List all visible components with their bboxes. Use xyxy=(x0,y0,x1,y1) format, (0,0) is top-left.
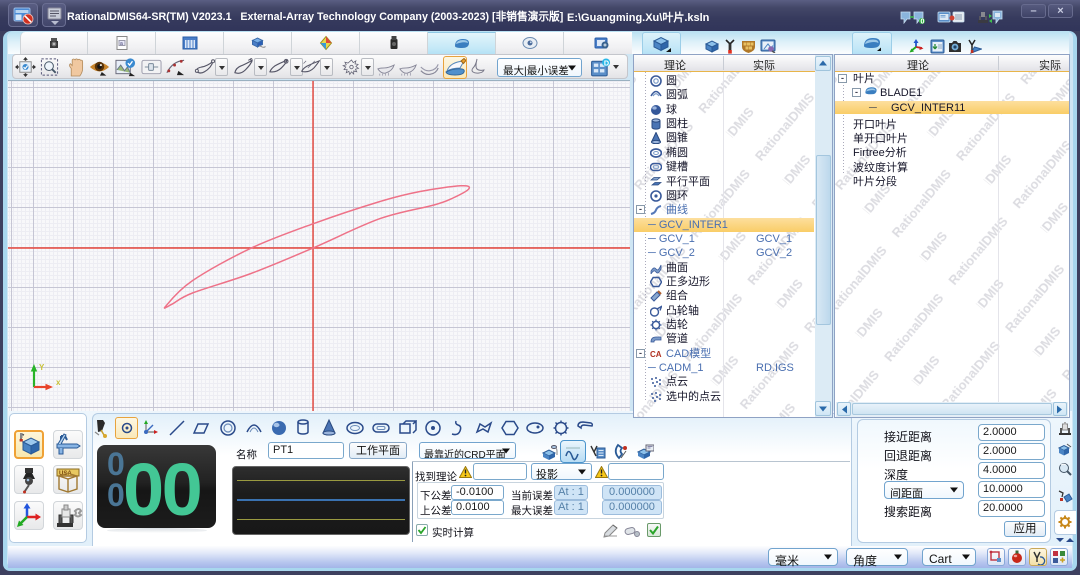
svg-text:x: x xyxy=(56,378,61,387)
svg-text:CAD: CAD xyxy=(650,350,662,359)
svg-text:D: D xyxy=(604,58,609,67)
svg-text:0: 0 xyxy=(921,19,925,25)
svg-text:a: a xyxy=(120,41,123,47)
svg-text:Y: Y xyxy=(39,363,45,372)
